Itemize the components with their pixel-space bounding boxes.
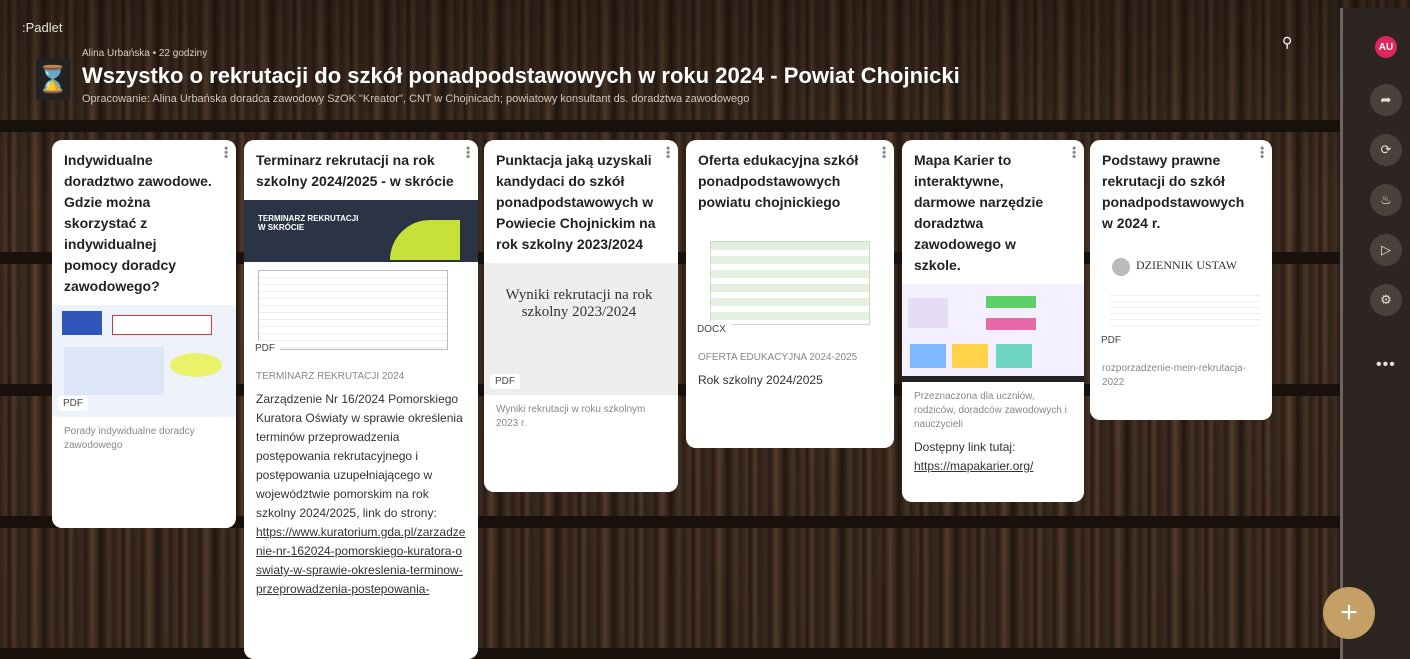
post-title: Indywidualne doradztwo zawodowe. Gdzie m… [64, 152, 212, 294]
attachment-thumbnail[interactable]: DZIENNIK USTAW PDF [1090, 242, 1272, 354]
bell-icon[interactable]: ♨ [1370, 184, 1402, 216]
attachment-thumbnail[interactable]: PDF [52, 305, 236, 417]
post-body: Rok szkolny 2024/2025 [698, 373, 823, 387]
file-type-badge: PDF [250, 341, 280, 356]
file-type-badge: PDF [490, 374, 520, 389]
post-card[interactable]: ••• Terminarz rekrutacji na rok szkolny … [244, 140, 478, 659]
add-post-button[interactable]: + [1323, 587, 1375, 639]
remix-icon[interactable]: ⟳ [1370, 134, 1402, 166]
file-type-badge: PDF [58, 396, 88, 411]
post-body: Dostępny link tutaj: [914, 440, 1016, 454]
post-link[interactable]: https://www.kuratorium.gda.pl/zarzadzeni… [256, 523, 466, 599]
post-body: Zarządzenie Nr 16/2024 Pomorskiego Kurat… [256, 392, 463, 520]
share-icon[interactable]: ➦ [1370, 84, 1402, 116]
post-card[interactable]: ••• Oferta edukacyjna szkół ponadpodstaw… [686, 140, 894, 448]
post-caption: OFERTA EDUKACYJNA 2024-2025 [698, 352, 858, 363]
post-menu-icon[interactable]: ••• [1255, 146, 1269, 159]
post-menu-icon[interactable]: ••• [461, 146, 475, 159]
post-caption: rozporzadzenie-mein-rekrutacja-2022 [1102, 363, 1246, 388]
attachment-thumbnail[interactable]: DOCX [686, 221, 894, 343]
post-caption: Przeznaczona dla uczniów, rodziców, dora… [914, 391, 1067, 430]
file-type-badge: DOCX [692, 322, 731, 337]
hourglass-icon: ⌛ [36, 58, 70, 100]
search-icon[interactable]: ⚲ [1282, 34, 1292, 51]
board-title: Wszystko o rekrutacji do szkół ponadpods… [82, 63, 960, 88]
slideshow-icon[interactable]: ▷ [1370, 234, 1402, 266]
post-title: Terminarz rekrutacji na rok szkolny 2024… [256, 152, 454, 189]
padlet-logo[interactable]: :Padlet [22, 20, 62, 35]
post-menu-icon[interactable]: ••• [877, 146, 891, 159]
board-subtitle: Opracowanie: Alina Urbańska doradca zawo… [82, 93, 750, 105]
post-caption: TERMINARZ REKRUTACJI 2024 [256, 371, 405, 382]
avatar[interactable]: AU [1375, 36, 1397, 58]
post-title: Podstawy prawne rekrutacji do szkół pona… [1102, 152, 1245, 231]
board-header: ⌛ Alina Urbańska • 22 godziny Wszystko o… [36, 48, 960, 105]
post-menu-icon[interactable]: ••• [219, 146, 233, 159]
post-card[interactable]: ••• Podstawy prawne rekrutacji do szkół … [1090, 140, 1272, 420]
more-options-icon[interactable]: ••• [1376, 356, 1396, 374]
right-toolbar: AU ➦ ⟳ ♨ ▷ ⚙ ••• [1340, 8, 1410, 659]
post-caption: Porady indywidualne doradcy zawodowego [64, 426, 195, 451]
attachment-thumbnail[interactable]: TERMINARZ REKRUTACJI W SKRÓCIE PDF [244, 200, 478, 362]
post-menu-icon[interactable]: ••• [1067, 146, 1081, 159]
post-title: Oferta edukacyjna szkół ponadpodstawowyc… [698, 152, 859, 210]
post-caption: Wyniki rekrutacji w roku szkolnym 2023 r… [496, 404, 646, 429]
attachment-thumbnail[interactable]: Wyniki rekrutacji na rok szkolny 2023/20… [484, 263, 678, 395]
post-title: Punktacja jaką uzyskali kandydaci do szk… [496, 152, 656, 252]
settings-icon[interactable]: ⚙ [1370, 284, 1402, 316]
post-link[interactable]: https://mapakarier.org/ [914, 457, 1072, 476]
padlet-board: :Padlet ⌛ Alina Urbańska • 22 godziny Ws… [0, 0, 1410, 659]
thumbnail-title: DZIENNIK USTAW [1136, 258, 1238, 272]
thumbnail-title: Wyniki rekrutacji na rok szkolny 2023/20… [505, 287, 653, 320]
post-card[interactable]: ••• Punktacja jaką uzyskali kandydaci do… [484, 140, 678, 492]
post-title: Mapa Karier to interaktywne, darmowe nar… [914, 152, 1044, 273]
post-menu-icon[interactable]: ••• [661, 146, 675, 159]
post-card[interactable]: ••• Mapa Karier to interaktywne, darmowe… [902, 140, 1084, 502]
board-meta: Alina Urbańska • 22 godziny [82, 48, 208, 59]
file-type-badge: PDF [1096, 333, 1126, 348]
thumbnail-title: TERMINARZ REKRUTACJI W SKRÓCIE [258, 214, 359, 232]
post-card[interactable]: ••• Indywidualne doradztwo zawodowe. Gdz… [52, 140, 236, 528]
attachment-thumbnail[interactable] [902, 284, 1084, 382]
